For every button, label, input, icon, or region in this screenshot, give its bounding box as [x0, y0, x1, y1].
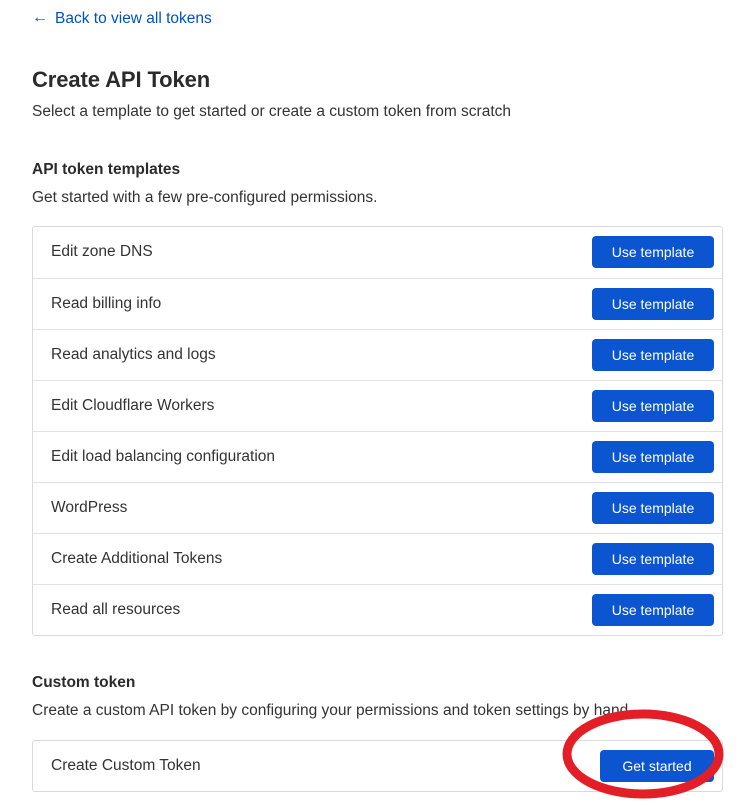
use-template-button[interactable]: Use template: [592, 338, 714, 371]
custom-token-section-subtitle: Create a custom API token by configuring…: [32, 701, 629, 719]
back-to-tokens-link[interactable]: ← Back to view all tokens: [32, 9, 212, 29]
template-name: WordPress: [51, 498, 128, 516]
templates-section-title: API token templates: [32, 161, 181, 179]
use-template-button[interactable]: Use template: [592, 491, 714, 524]
table-row[interactable]: Read analytics and logs Use template: [33, 328, 722, 380]
use-template-button[interactable]: Use template: [592, 440, 714, 473]
arrow-left-icon: ←: [32, 9, 48, 27]
template-name: Create Additional Tokens: [51, 549, 223, 567]
use-template-button[interactable]: Use template: [592, 287, 714, 320]
use-template-button[interactable]: Use template: [592, 542, 714, 575]
table-row[interactable]: Read all resources Use template: [33, 583, 722, 635]
use-template-button[interactable]: Use template: [592, 593, 714, 626]
table-row[interactable]: Edit Cloudflare Workers Use template: [33, 379, 722, 431]
page-title: Create API Token: [32, 67, 211, 93]
custom-token-card: Create Custom Token Get started: [32, 739, 723, 792]
template-name: Read billing info: [51, 294, 162, 312]
use-template-button[interactable]: Use template: [592, 236, 714, 269]
api-token-templates-list: Edit zone DNS Use template Read billing …: [32, 225, 723, 636]
custom-token-row[interactable]: Create Custom Token Get started: [33, 741, 722, 791]
template-name: Read all resources: [51, 600, 181, 618]
create-api-token-page: ← Back to view all tokens Create API Tok…: [0, 0, 755, 805]
custom-token-section-title: Custom token: [32, 673, 136, 691]
table-row[interactable]: WordPress Use template: [33, 481, 722, 533]
table-row[interactable]: Create Additional Tokens Use template: [33, 532, 722, 584]
use-template-button[interactable]: Use template: [592, 389, 714, 422]
templates-section-subtitle: Get started with a few pre-configured pe…: [32, 189, 378, 207]
back-link-label: Back to view all tokens: [55, 10, 212, 27]
get-started-button[interactable]: Get started: [600, 749, 714, 782]
template-name: Edit load balancing configuration: [51, 447, 276, 465]
custom-token-label: Create Custom Token: [51, 756, 201, 774]
template-name: Edit Cloudflare Workers: [51, 396, 215, 414]
page-subtitle: Select a template to get started or crea…: [32, 103, 512, 121]
template-name: Read analytics and logs: [51, 345, 216, 363]
table-row[interactable]: Edit zone DNS Use template: [33, 227, 722, 278]
table-row[interactable]: Edit load balancing configuration Use te…: [33, 430, 722, 482]
template-name: Edit zone DNS: [51, 243, 153, 261]
table-row[interactable]: Read billing info Use template: [33, 277, 722, 329]
